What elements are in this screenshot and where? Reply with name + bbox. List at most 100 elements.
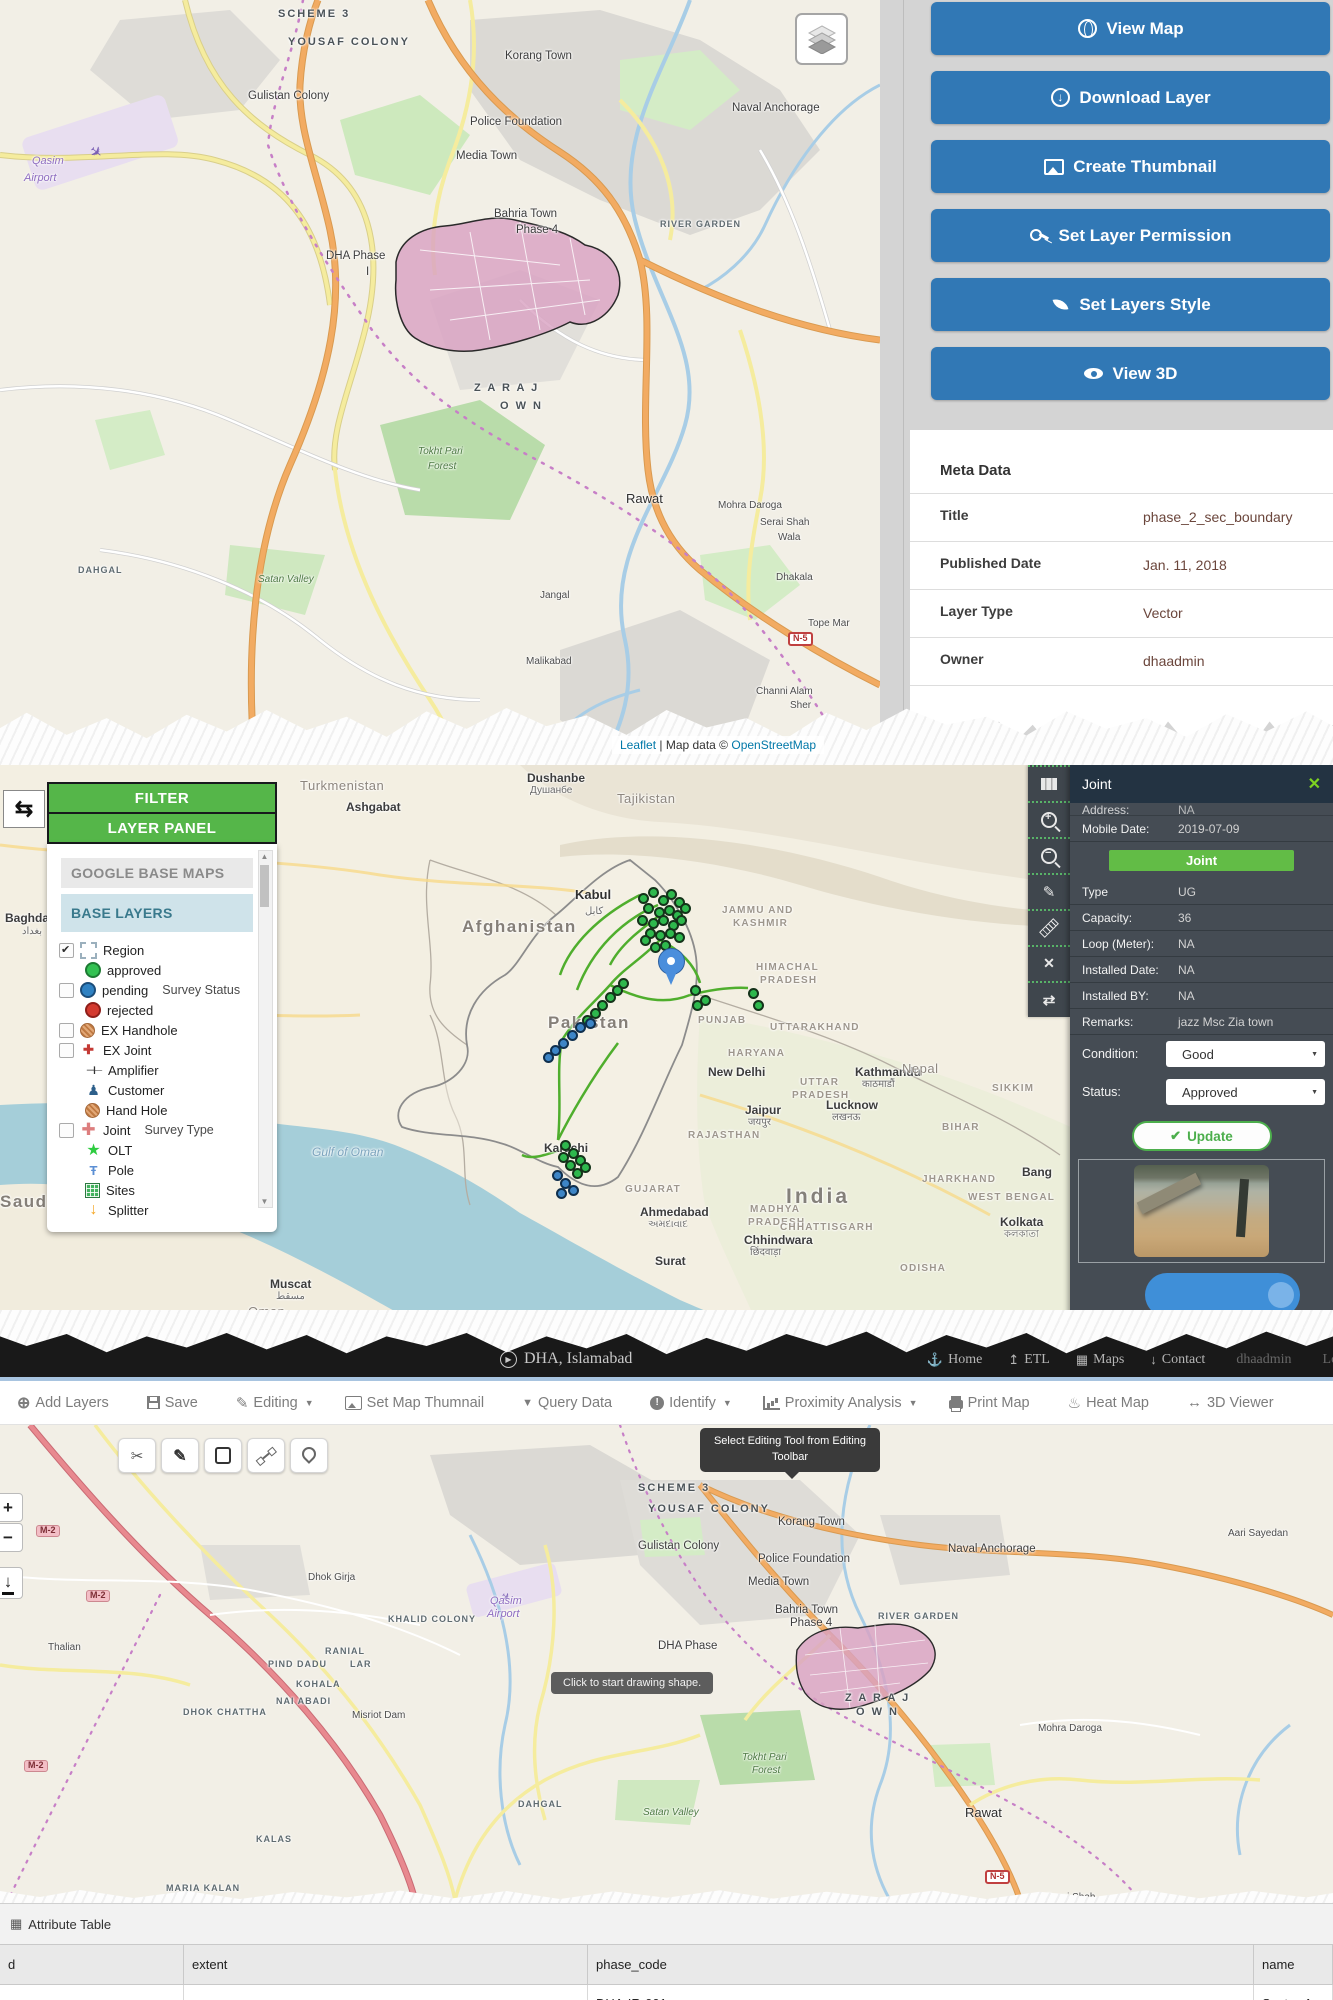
brand[interactable]: ▶ DHA, Islamabad (500, 1350, 632, 1368)
toolbar-item-icon (650, 1395, 665, 1410)
toolbar-item[interactable]: Editing ▼ (236, 1394, 313, 1412)
leaflet-link[interactable]: Leaflet (620, 738, 656, 752)
toolbar-item[interactable]: 3D Viewer (1187, 1394, 1281, 1411)
zoom-in-button[interactable]: + (0, 1493, 23, 1522)
map-tool-button[interactable] (1028, 873, 1070, 909)
toolbar-item[interactable]: Proximity Analysis ▼ (762, 1395, 918, 1411)
survey-marker[interactable] (637, 915, 648, 926)
legend-group-label: Survey Status (162, 983, 241, 997)
survey-marker[interactable] (680, 903, 691, 914)
navbar-item[interactable]: Logout (1318, 1352, 1333, 1368)
survey-marker[interactable] (640, 935, 651, 946)
osm-map-top[interactable]: ✈ (0, 0, 880, 765)
button-icon (1029, 226, 1050, 246)
edit-tool-button[interactable] (204, 1438, 242, 1473)
condition-select[interactable]: Good (1166, 1041, 1325, 1067)
base-layers-header[interactable]: BASE LAYERS (61, 894, 253, 932)
panel-scrollbar[interactable]: ▲ ▼ (258, 850, 273, 1208)
scroll-down-arrow[interactable]: ▼ (259, 1197, 270, 1206)
map-tool-button[interactable] (1028, 945, 1070, 981)
map-label: Lucknow (826, 1098, 879, 1112)
attribute-value: jazz Msc Zia town (1178, 1014, 1274, 1029)
survey-marker[interactable] (556, 1188, 567, 1199)
survey-marker[interactable] (676, 915, 687, 926)
legend-icon (80, 1022, 95, 1038)
survey-marker[interactable] (618, 978, 629, 989)
toolbar-item[interactable]: Identify ▼ (650, 1395, 732, 1411)
cell-name: Sector-A (1254, 1985, 1333, 2000)
navbar-item[interactable]: ⚓ Home (927, 1352, 982, 1368)
site-photo[interactable] (1134, 1165, 1269, 1257)
survey-marker[interactable] (567, 1030, 578, 1041)
layer-action-button[interactable]: View 3D (931, 347, 1330, 400)
map-tool-button[interactable] (1028, 801, 1070, 837)
map-label: Sher (790, 700, 812, 711)
osm-map-editor[interactable]: ✈ (0, 1425, 1333, 1900)
navbar-item[interactable]: ↓ Contact (1150, 1352, 1205, 1368)
layers-control-button[interactable] (795, 13, 848, 65)
joint-rows-top: Address: NA Mobile Date: 2019-07-09 (1070, 803, 1333, 842)
edit-tool-button[interactable] (247, 1438, 285, 1473)
survey-marker[interactable] (748, 988, 759, 999)
toolbar-item[interactable]: Print Map (948, 1395, 1037, 1412)
zoom-out-button[interactable]: − (0, 1523, 23, 1552)
toolbar-item[interactable]: Add Layers (17, 1393, 116, 1413)
google-base-maps-header[interactable]: GOOGLE BASE MAPS (61, 858, 253, 888)
toolbar-item[interactable]: Set Map Thumnail (344, 1395, 491, 1411)
filter-header[interactable]: FILTER (47, 782, 277, 814)
toolbar-item[interactable]: Query Data (522, 1395, 619, 1411)
panel-collapse-toggle[interactable]: ⇆ (3, 790, 45, 828)
close-icon[interactable]: ✕ (1308, 774, 1321, 794)
survey-marker[interactable] (648, 887, 659, 898)
survey-marker[interactable] (753, 1000, 764, 1011)
layer-checkbox[interactable] (59, 1042, 74, 1058)
map-tool-button[interactable] (1028, 981, 1070, 1017)
map-tool-button[interactable] (1028, 909, 1070, 945)
layer-action-button[interactable]: Set Layers Style (931, 278, 1330, 331)
toolbar-item[interactable]: Save (146, 1395, 205, 1411)
layer-action-button[interactable]: Create Thumbnail (931, 140, 1330, 193)
update-label: Update (1187, 1128, 1233, 1144)
layer-panel-header[interactable]: LAYER PANEL (47, 814, 277, 844)
table-row[interactable]: DHA-IR-001 Sector-A (0, 1985, 1333, 2000)
layer-checkbox[interactable] (59, 982, 74, 998)
map-label: Kolkata (1000, 1215, 1044, 1229)
edit-tool-icon (259, 1449, 273, 1462)
edit-tool-button[interactable] (118, 1438, 156, 1473)
map-label: Malikabad (526, 656, 572, 667)
navbar-item[interactable]: dhaadmin (1231, 1352, 1291, 1368)
layer-checkbox[interactable] (59, 1122, 74, 1138)
layer-checkbox[interactable] (59, 1022, 74, 1038)
edit-tool-button[interactable] (290, 1438, 328, 1473)
edit-tool-button[interactable] (161, 1438, 199, 1473)
survey-marker[interactable] (543, 1052, 554, 1063)
map-label: KHALID COLONY (388, 1614, 476, 1624)
selected-location-pin[interactable] (656, 948, 686, 990)
survey-marker[interactable] (690, 985, 701, 996)
survey-marker[interactable] (674, 932, 685, 943)
update-button[interactable]: Update (1131, 1121, 1272, 1151)
layer-action-button[interactable]: Set Layer Permission (931, 209, 1330, 262)
survey-marker[interactable] (585, 1018, 596, 1029)
toolbar-item[interactable]: Heat Map (1068, 1394, 1156, 1412)
layer-action-button[interactable]: View Map (931, 2, 1330, 55)
map-label: KOHALA (296, 1679, 341, 1689)
map-tool-button[interactable] (1028, 765, 1070, 801)
download-map-button[interactable] (0, 1567, 23, 1599)
map-label: India (786, 1185, 851, 1208)
status-select[interactable]: Approved (1166, 1079, 1325, 1105)
scrollbar-thumb[interactable] (260, 865, 269, 907)
openstreetmap-link[interactable]: OpenStreetMap (731, 738, 816, 752)
scroll-up-arrow[interactable]: ▲ (259, 852, 270, 861)
survey-marker[interactable] (558, 1152, 569, 1163)
navbar-item[interactable]: ↥ ETL (1008, 1352, 1050, 1368)
survey-marker[interactable] (692, 1000, 703, 1011)
layer-action-button[interactable]: Download Layer (931, 71, 1330, 124)
survey-marker[interactable] (643, 903, 654, 914)
attribute-table-bar[interactable]: ▦ Attribute Table (0, 1903, 1333, 1944)
map-tool-button[interactable] (1028, 837, 1070, 873)
navbar-item[interactable]: ▦ Maps (1076, 1352, 1124, 1368)
survey-marker[interactable] (580, 1162, 591, 1173)
layer-checkbox[interactable] (59, 942, 74, 958)
survey-marker[interactable] (568, 1185, 579, 1196)
